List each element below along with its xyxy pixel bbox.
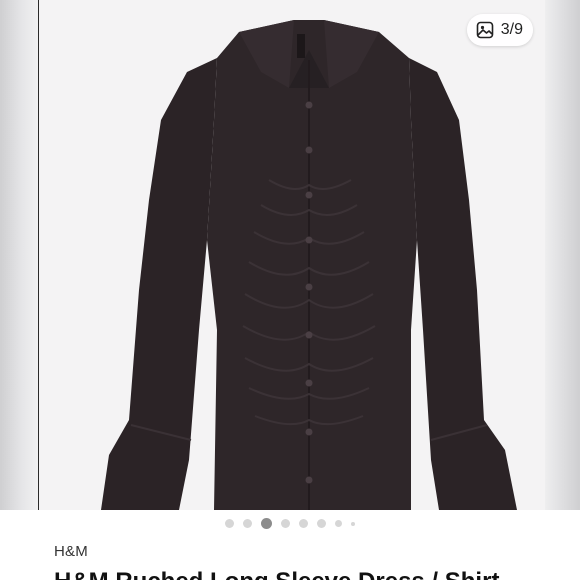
listing-info: H&M H&M Ruched Long Sleeve Dress / Shirt [0, 510, 580, 580]
listing-screen: 3/9 H&M H&M Ruched Long Sleeve Dress / S… [0, 0, 580, 580]
dress-body [207, 20, 417, 510]
left-sleeve [101, 58, 217, 510]
dress-image [101, 20, 517, 510]
gallery-edge-right [544, 0, 580, 510]
image-counter-text: 3/9 [500, 21, 523, 38]
image-counter: 3/9 [466, 14, 533, 46]
brand-name[interactable]: H&M [54, 543, 88, 560]
product-photo[interactable]: 3/9 [38, 0, 545, 510]
gallery-edge-left [0, 0, 38, 510]
image-gallery-icon [476, 21, 494, 39]
listing-title: H&M Ruched Long Sleeve Dress / Shirt [54, 568, 499, 580]
right-sleeve [409, 58, 517, 510]
